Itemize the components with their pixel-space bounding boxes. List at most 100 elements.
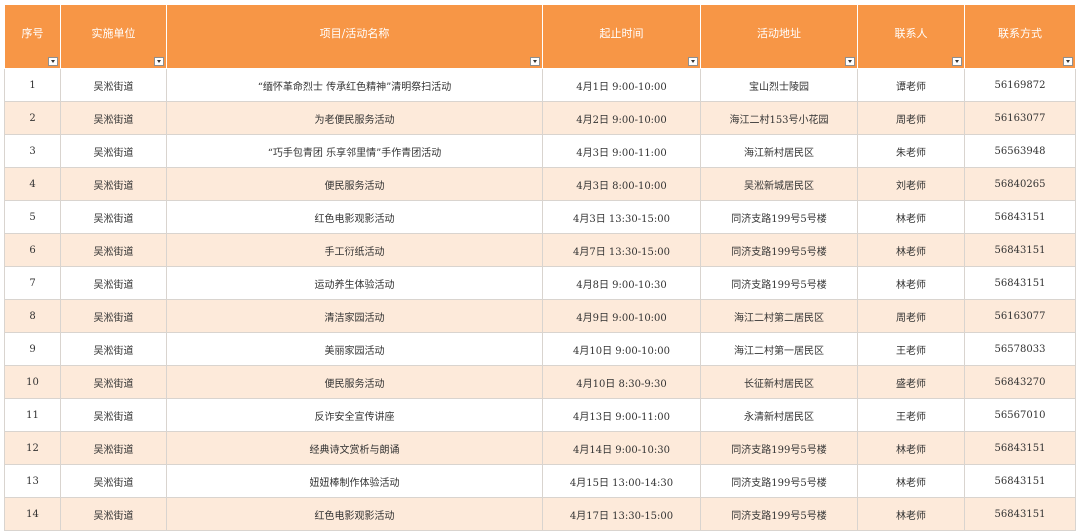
- cell-contact[interactable]: 周老师: [857, 101, 965, 135]
- cell-time[interactable]: 4月2日 9:00-10:00: [542, 101, 701, 135]
- cell-unit[interactable]: 吴淞街道: [60, 497, 167, 531]
- cell-unit[interactable]: 吴淞街道: [60, 365, 167, 399]
- cell-activity[interactable]: 清洁家园活动: [166, 299, 543, 333]
- cell-time[interactable]: 4月15日 13:00-14:30: [542, 464, 701, 498]
- cell-phone[interactable]: 56567010: [964, 398, 1076, 432]
- cell-activity[interactable]: 运动养生体验活动: [166, 266, 543, 300]
- cell-contact[interactable]: 林老师: [857, 266, 965, 300]
- cell-time[interactable]: 4月17日 13:30-15:00: [542, 497, 701, 531]
- cell-phone[interactable]: 56843151: [964, 233, 1076, 267]
- cell-address[interactable]: 同济支路199号5号楼: [700, 464, 858, 498]
- cell-phone[interactable]: 56163077: [964, 299, 1076, 333]
- cell-activity[interactable]: 红色电影观影活动: [166, 200, 543, 234]
- cell-time[interactable]: 4月10日 8:30-9:30: [542, 365, 701, 399]
- cell-address[interactable]: 长征新村居民区: [700, 365, 858, 399]
- cell-address[interactable]: 同济支路199号5号楼: [700, 200, 858, 234]
- cell-unit[interactable]: 吴淞街道: [60, 398, 167, 432]
- cell-time[interactable]: 4月13日 9:00-11:00: [542, 398, 701, 432]
- cell-address[interactable]: 海江二村第一居民区: [700, 332, 858, 366]
- filter-dropdown-icon[interactable]: [530, 57, 540, 66]
- cell-contact[interactable]: 周老师: [857, 299, 965, 333]
- cell-activity[interactable]: 为老便民服务活动: [166, 101, 543, 135]
- cell-activity[interactable]: “巧手包青团 乐享邻里情”手作青团活动: [166, 134, 543, 168]
- cell-contact[interactable]: 王老师: [857, 398, 965, 432]
- cell-unit[interactable]: 吴淞街道: [60, 68, 167, 102]
- cell-contact[interactable]: 刘老师: [857, 167, 965, 201]
- cell-address[interactable]: 海江二村第二居民区: [700, 299, 858, 333]
- cell-phone[interactable]: 56843151: [964, 497, 1076, 531]
- cell-contact[interactable]: 林老师: [857, 464, 965, 498]
- cell-activity[interactable]: 反诈安全宣传讲座: [166, 398, 543, 432]
- cell-index[interactable]: 6: [4, 233, 61, 267]
- cell-index[interactable]: 8: [4, 299, 61, 333]
- cell-unit[interactable]: 吴淞街道: [60, 266, 167, 300]
- cell-phone[interactable]: 56843151: [964, 266, 1076, 300]
- filter-dropdown-icon[interactable]: [845, 57, 855, 66]
- cell-unit[interactable]: 吴淞街道: [60, 299, 167, 333]
- filter-dropdown-icon[interactable]: [952, 57, 962, 66]
- cell-index[interactable]: 12: [4, 431, 61, 465]
- cell-phone[interactable]: 56169872: [964, 68, 1076, 102]
- cell-contact[interactable]: 林老师: [857, 431, 965, 465]
- cell-address[interactable]: 吴淞新城居民区: [700, 167, 858, 201]
- cell-contact[interactable]: 林老师: [857, 497, 965, 531]
- cell-index[interactable]: 2: [4, 101, 61, 135]
- cell-contact[interactable]: 谭老师: [857, 68, 965, 102]
- cell-time[interactable]: 4月3日 8:00-10:00: [542, 167, 701, 201]
- cell-unit[interactable]: 吴淞街道: [60, 464, 167, 498]
- cell-activity[interactable]: 经典诗文赏析与朗诵: [166, 431, 543, 465]
- cell-phone[interactable]: 56843270: [964, 365, 1076, 399]
- cell-index[interactable]: 4: [4, 167, 61, 201]
- cell-contact[interactable]: 林老师: [857, 200, 965, 234]
- cell-time[interactable]: 4月1日 9:00-10:00: [542, 68, 701, 102]
- cell-activity[interactable]: 美丽家园活动: [166, 332, 543, 366]
- cell-time[interactable]: 4月7日 13:30-15:00: [542, 233, 701, 267]
- cell-time[interactable]: 4月3日 9:00-11:00: [542, 134, 701, 168]
- cell-phone[interactable]: 56843151: [964, 464, 1076, 498]
- cell-activity[interactable]: 手工衍纸活动: [166, 233, 543, 267]
- cell-contact[interactable]: 王老师: [857, 332, 965, 366]
- cell-index[interactable]: 11: [4, 398, 61, 432]
- cell-unit[interactable]: 吴淞街道: [60, 200, 167, 234]
- cell-unit[interactable]: 吴淞街道: [60, 134, 167, 168]
- cell-phone[interactable]: 56840265: [964, 167, 1076, 201]
- cell-time[interactable]: 4月9日 9:00-10:00: [542, 299, 701, 333]
- cell-index[interactable]: 14: [4, 497, 61, 531]
- cell-index[interactable]: 7: [4, 266, 61, 300]
- cell-time[interactable]: 4月8日 9:00-10:30: [542, 266, 701, 300]
- cell-phone[interactable]: 56843151: [964, 200, 1076, 234]
- cell-activity[interactable]: 红色电影观影活动: [166, 497, 543, 531]
- cell-time[interactable]: 4月3日 13:30-15:00: [542, 200, 701, 234]
- cell-address[interactable]: 海江二村153号小花园: [700, 101, 858, 135]
- cell-address[interactable]: 同济支路199号5号楼: [700, 233, 858, 267]
- cell-index[interactable]: 3: [4, 134, 61, 168]
- cell-index[interactable]: 1: [4, 68, 61, 102]
- cell-phone[interactable]: 56843151: [964, 431, 1076, 465]
- cell-activity[interactable]: 便民服务活动: [166, 365, 543, 399]
- cell-contact[interactable]: 林老师: [857, 233, 965, 267]
- cell-unit[interactable]: 吴淞街道: [60, 431, 167, 465]
- cell-time[interactable]: 4月10日 9:00-10:00: [542, 332, 701, 366]
- cell-address[interactable]: 同济支路199号5号楼: [700, 431, 858, 465]
- filter-dropdown-icon[interactable]: [154, 57, 164, 66]
- cell-activity[interactable]: 便民服务活动: [166, 167, 543, 201]
- filter-dropdown-icon[interactable]: [1063, 57, 1073, 66]
- cell-address[interactable]: 海江新村居民区: [700, 134, 858, 168]
- cell-address[interactable]: 同济支路199号5号楼: [700, 497, 858, 531]
- cell-phone[interactable]: 56578033: [964, 332, 1076, 366]
- cell-unit[interactable]: 吴淞街道: [60, 233, 167, 267]
- filter-dropdown-icon[interactable]: [688, 57, 698, 66]
- cell-address[interactable]: 宝山烈士陵园: [700, 68, 858, 102]
- cell-activity[interactable]: 妞妞棒制作体验活动: [166, 464, 543, 498]
- cell-unit[interactable]: 吴淞街道: [60, 101, 167, 135]
- cell-address[interactable]: 永清新村居民区: [700, 398, 858, 432]
- cell-time[interactable]: 4月14日 9:00-10:30: [542, 431, 701, 465]
- cell-contact[interactable]: 朱老师: [857, 134, 965, 168]
- filter-dropdown-icon[interactable]: [48, 57, 58, 66]
- cell-activity[interactable]: “缅怀革命烈士 传承红色精神”清明祭扫活动: [166, 68, 543, 102]
- cell-index[interactable]: 10: [4, 365, 61, 399]
- cell-phone[interactable]: 56163077: [964, 101, 1076, 135]
- cell-index[interactable]: 9: [4, 332, 61, 366]
- cell-index[interactable]: 13: [4, 464, 61, 498]
- cell-contact[interactable]: 盛老师: [857, 365, 965, 399]
